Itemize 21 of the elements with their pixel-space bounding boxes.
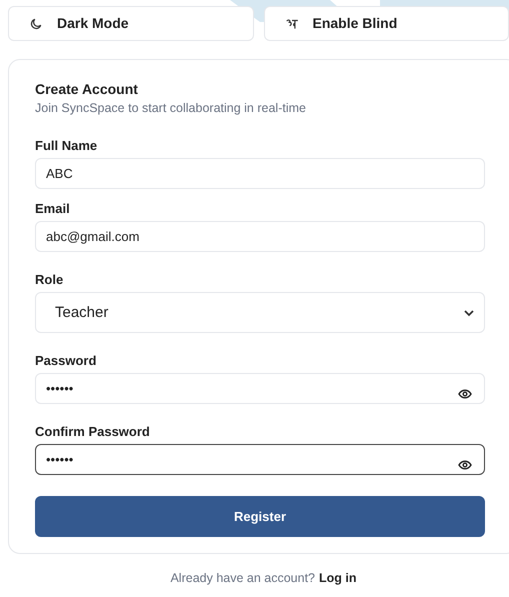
moon-icon — [29, 16, 43, 30]
role-select[interactable]: Teacher — [35, 292, 485, 333]
eye-icon — [458, 388, 472, 398]
input-field[interactable]: •••••• — [35, 444, 485, 475]
login-link[interactable]: Log in — [319, 570, 357, 586]
field-label: Email — [35, 201, 71, 217]
toggle-button[interactable]: Enable Blind — [264, 6, 509, 41]
footer-text: Already have an account? — [170, 570, 316, 586]
field-label: Password — [35, 353, 98, 369]
card-subtitle: Join SyncSpace to start collaborating in real-time — [35, 100, 307, 116]
field-label: Full Name — [35, 138, 98, 154]
register-button[interactable]: Register — [35, 496, 485, 537]
card-title: Create Account — [35, 80, 139, 98]
input-field[interactable]: •••••• — [35, 373, 485, 404]
field-label: Confirm Password — [35, 424, 151, 440]
chevron-down-icon — [464, 308, 474, 316]
toggle-button[interactable]: Dark Mode — [8, 6, 254, 41]
eye-icon — [458, 460, 472, 470]
input-field[interactable]: abc@gmail.com — [35, 221, 485, 252]
input-field[interactable]: ABC — [35, 158, 485, 189]
field-label: Role — [35, 272, 64, 288]
